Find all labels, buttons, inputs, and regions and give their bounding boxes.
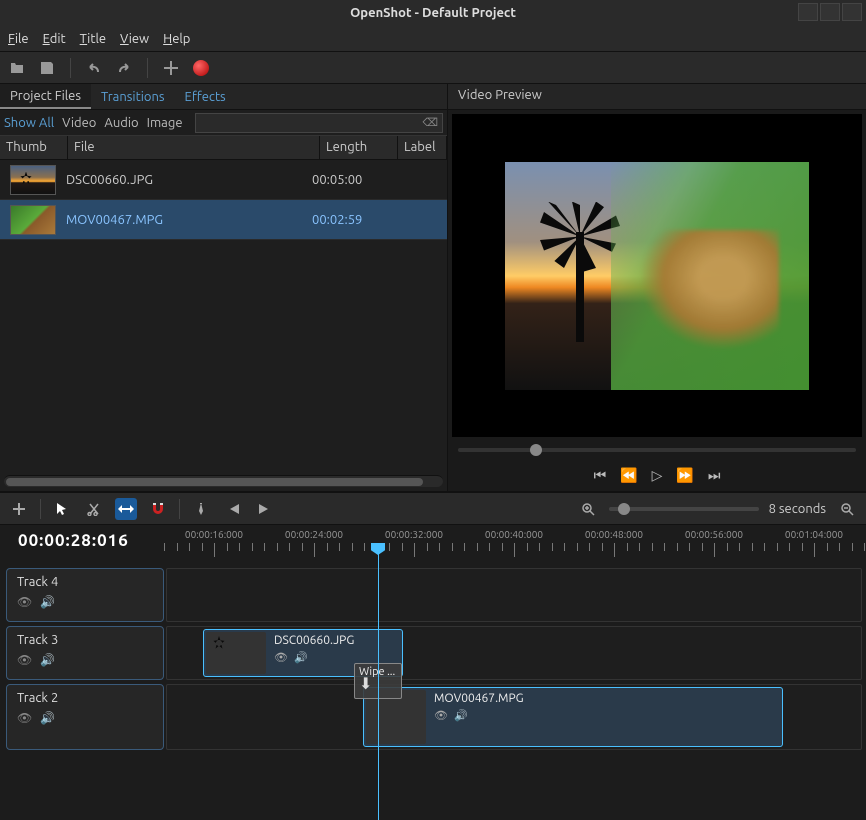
- zoom-label: 8 seconds: [769, 502, 826, 516]
- track-header[interactable]: Track 2 👁🔊: [6, 684, 164, 750]
- menu-title[interactable]: Title: [80, 32, 106, 46]
- file-row[interactable]: MOV00467.MPG 00:02:59: [0, 200, 447, 240]
- menu-file[interactable]: File: [8, 32, 29, 46]
- filter-search-input[interactable]: ⌫: [195, 113, 443, 133]
- speaker-icon[interactable]: 🔊: [40, 595, 55, 609]
- track-header[interactable]: Track 3 👁🔊: [6, 626, 164, 680]
- eye-icon[interactable]: 👁: [17, 711, 32, 725]
- speaker-icon[interactable]: 🔊: [454, 709, 468, 722]
- menu-help[interactable]: Help: [163, 32, 190, 46]
- horizontal-scrollbar[interactable]: [4, 475, 443, 487]
- undo-icon[interactable]: [83, 57, 105, 79]
- clip-thumbnail: [206, 632, 266, 674]
- resize-tool-icon[interactable]: [115, 498, 137, 520]
- preview-seek-slider[interactable]: [448, 441, 866, 459]
- track-header[interactable]: Track 4 👁🔊: [6, 568, 164, 622]
- file-name: MOV00467.MPG: [66, 213, 312, 227]
- import-files-icon[interactable]: [160, 57, 182, 79]
- file-thumbnail: [10, 165, 56, 195]
- filter-audio[interactable]: Audio: [104, 116, 138, 130]
- tab-effects[interactable]: Effects: [175, 84, 236, 109]
- track-lane[interactable]: DSC00660.JPG 👁🔊: [166, 626, 862, 680]
- clip-name: MOV00467.MPG: [434, 692, 776, 705]
- titlebar: OpenShot - Default Project: [0, 0, 866, 26]
- filter-video[interactable]: Video: [62, 116, 96, 130]
- add-track-icon[interactable]: [8, 498, 30, 520]
- col-thumb[interactable]: Thumb: [0, 136, 68, 159]
- jump-end-icon[interactable]: ⏭: [708, 467, 721, 484]
- menu-edit[interactable]: Edit: [43, 32, 66, 46]
- file-length: 00:05:00: [312, 173, 390, 187]
- eye-icon[interactable]: 👁: [17, 653, 32, 667]
- col-length[interactable]: Length: [320, 136, 398, 159]
- file-name: DSC00660.JPG: [66, 173, 312, 187]
- tab-project-files[interactable]: Project Files: [0, 84, 91, 109]
- rewind-icon[interactable]: ⏪: [620, 467, 637, 484]
- zoom-in-icon[interactable]: [577, 498, 599, 520]
- col-label[interactable]: Label: [398, 136, 447, 159]
- file-thumbnail: [10, 205, 56, 235]
- next-marker-icon[interactable]: [254, 498, 276, 520]
- menubar: File Edit Title View Help: [0, 26, 866, 52]
- track-row: Track 3 👁🔊 DSC00660.JPG 👁🔊: [0, 625, 866, 681]
- track-row: Track 2 👁🔊 MOV00467.MPG 👁🔊: [0, 683, 866, 751]
- timeline-ruler[interactable]: 00:00:16:000 00:00:24:000 00:00:32:000 0…: [162, 525, 866, 567]
- prev-marker-icon[interactable]: [222, 498, 244, 520]
- playhead[interactable]: [378, 543, 379, 820]
- tab-transitions[interactable]: Transitions: [91, 84, 175, 109]
- file-length: 00:02:59: [312, 213, 390, 227]
- snapping-icon[interactable]: [147, 498, 169, 520]
- minimize-button[interactable]: [798, 3, 818, 21]
- speaker-icon[interactable]: 🔊: [294, 651, 308, 664]
- filter-image[interactable]: Image: [147, 116, 183, 130]
- fast-forward-icon[interactable]: ⏩: [676, 467, 693, 484]
- col-file[interactable]: File: [68, 136, 320, 159]
- speaker-icon[interactable]: 🔊: [40, 653, 55, 667]
- filter-show-all[interactable]: Show All: [4, 116, 54, 130]
- project-panel: Project Files Transitions Effects Show A…: [0, 84, 448, 491]
- timeline-toolbar: 8 seconds: [0, 491, 866, 525]
- eye-icon[interactable]: 👁: [17, 595, 32, 609]
- project-files-table: Thumb File Length Label DSC00660.JPG 00:…: [0, 136, 447, 471]
- redo-icon[interactable]: [113, 57, 135, 79]
- window-title: OpenShot - Default Project: [350, 6, 516, 20]
- speaker-icon[interactable]: 🔊: [40, 711, 55, 725]
- pointer-tool-icon[interactable]: [51, 498, 73, 520]
- maximize-button[interactable]: [820, 3, 840, 21]
- open-project-icon[interactable]: [6, 57, 28, 79]
- zoom-out-icon[interactable]: [836, 498, 858, 520]
- file-row[interactable]: DSC00660.JPG 00:05:00: [0, 160, 447, 200]
- add-marker-icon[interactable]: [190, 498, 212, 520]
- preview-panel: Video Preview ⏮ ⏪ ▷ ⏩ ⏭: [448, 84, 866, 491]
- track-lane[interactable]: MOV00467.MPG 👁 🔊: [166, 684, 862, 750]
- close-button[interactable]: [842, 3, 862, 21]
- timeline-clip[interactable]: MOV00467.MPG 👁 🔊: [363, 687, 783, 747]
- zoom-slider[interactable]: [609, 507, 759, 511]
- timeline: 00:00:28:016 00:00:16:000 00:00:24:000 0…: [0, 525, 866, 820]
- jump-start-icon[interactable]: ⏮: [594, 467, 607, 484]
- save-project-icon[interactable]: [36, 57, 58, 79]
- main-toolbar: [0, 52, 866, 84]
- eye-icon[interactable]: 👁: [434, 709, 448, 722]
- current-timecode: 00:00:28:016: [18, 531, 129, 550]
- track-row: Track 4 👁🔊: [0, 567, 866, 623]
- track-lane[interactable]: [166, 568, 862, 622]
- preview-title: Video Preview: [448, 84, 866, 110]
- clear-filter-icon[interactable]: ⌫: [422, 116, 438, 129]
- eye-icon[interactable]: 👁: [274, 651, 288, 664]
- video-preview: [452, 114, 862, 437]
- play-icon[interactable]: ▷: [652, 467, 663, 484]
- record-icon[interactable]: [190, 57, 212, 79]
- menu-view[interactable]: View: [120, 32, 149, 46]
- razor-tool-icon[interactable]: [83, 498, 105, 520]
